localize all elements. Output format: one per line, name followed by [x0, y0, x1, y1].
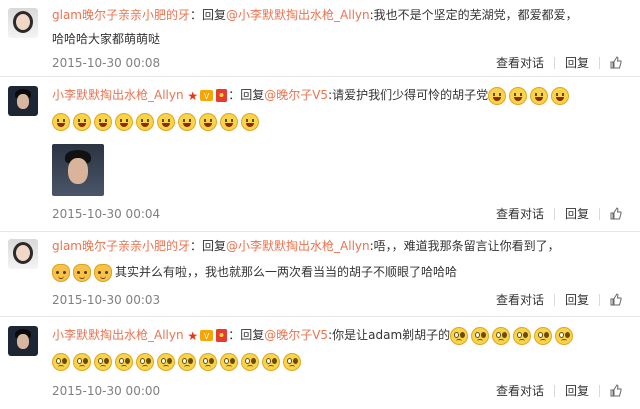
grin-emoji-icon: [115, 112, 133, 131]
comment-actions: 查看对话 回复: [496, 291, 622, 308]
reply-link[interactable]: 回复: [565, 205, 589, 222]
author-link[interactable]: glam晚尔子亲亲小肥的牙: [52, 8, 190, 22]
cat-emoji-icon: [94, 263, 112, 282]
reply-link[interactable]: 回复: [565, 382, 589, 399]
reply-word: 回复: [202, 8, 227, 22]
frown-emoji-icon: [262, 352, 280, 371]
reply-link[interactable]: 回复: [565, 291, 589, 308]
frown-emoji-icon: [136, 352, 154, 371]
red-star-icon: ★: [187, 328, 199, 343]
like-icon[interactable]: [610, 384, 622, 397]
grin-emoji-icon: [488, 86, 507, 105]
author-link[interactable]: 小李默默掏出水枪_Allyn: [52, 328, 184, 342]
frown-emoji-icon: [220, 352, 238, 371]
author-link[interactable]: 小李默默掏出水枪_Allyn: [52, 88, 184, 102]
comment-body: 哈哈哈大家都萌萌哒: [52, 32, 161, 46]
attached-photo[interactable]: [52, 144, 104, 196]
frown-emoji-icon: [94, 352, 112, 371]
comment-body: :唔，，难道我那条留言让你看到了，: [369, 239, 560, 253]
emoji-line: [52, 350, 304, 372]
svg-text:V: V: [204, 332, 210, 341]
avatar[interactable]: [8, 239, 38, 269]
separator: [0, 76, 640, 77]
avatar[interactable]: [8, 86, 38, 116]
grin-emoji-icon: [241, 112, 259, 131]
comment-text: glam晚尔子亲亲小肥的牙：回复@小李默默掏出水枪_Allyn:唔，，难道我那条…: [52, 239, 560, 253]
red-envelope-icon[interactable]: [215, 89, 228, 102]
frown-emoji-icon: [157, 352, 175, 371]
emoji-line: [52, 110, 262, 132]
frown-emoji-icon: [73, 352, 91, 371]
frown-emoji-icon: [513, 326, 532, 345]
separator: [0, 316, 640, 317]
cat-emoji-icon: [73, 263, 91, 282]
comment-body: :你是让adam剃胡子的: [328, 328, 451, 342]
frown-emoji-icon: [115, 352, 133, 371]
author-link[interactable]: glam晚尔子亲亲小肥的牙: [52, 239, 190, 253]
view-conversation-link[interactable]: 查看对话: [496, 54, 544, 71]
avatar[interactable]: [8, 326, 38, 356]
vip-badge-icon[interactable]: V: [200, 329, 214, 342]
like-icon[interactable]: [610, 293, 622, 306]
frown-emoji-icon: [471, 326, 490, 345]
comment-body: :请爱护我们少得可怜的胡子党: [328, 88, 489, 102]
separator: [0, 231, 640, 232]
like-icon[interactable]: [610, 207, 622, 220]
grin-emoji-icon: [551, 86, 570, 105]
mention-link[interactable]: @晚尔子V5: [264, 328, 328, 342]
comment-text: glam晚尔子亲亲小肥的牙：回复@小李默默掏出水枪_Allyn:我也不是个坚定的…: [52, 8, 578, 22]
vip-badge-icon[interactable]: V: [200, 89, 214, 102]
frown-emoji-icon: [52, 352, 70, 371]
avatar[interactable]: [8, 8, 38, 38]
grin-emoji-icon: [157, 112, 175, 131]
grin-emoji-icon: [509, 86, 528, 105]
cat-emoji-icon: [52, 263, 70, 282]
frown-emoji-icon: [534, 326, 553, 345]
frown-emoji-icon: [199, 352, 217, 371]
frown-emoji-icon: [241, 352, 259, 371]
comment-text-line2: 其实并么有啦，，我也就那么一两次看当当的胡子不顺眼了哈哈哈: [52, 261, 457, 283]
reply-word: 回复: [240, 328, 265, 342]
timestamp: 2015-10-30 00:04: [52, 207, 161, 221]
comment-actions: 查看对话 回复: [496, 54, 622, 71]
grin-emoji-icon: [94, 112, 112, 131]
like-icon[interactable]: [610, 56, 622, 69]
grin-emoji-icon: [136, 112, 154, 131]
mention-link[interactable]: @晚尔子V5: [264, 88, 328, 102]
frown-emoji-icon: [283, 352, 301, 371]
frown-emoji-icon: [450, 326, 469, 345]
comment-body: 其实并么有啦，，我也就那么一两次看当当的胡子不顺眼了哈哈哈: [115, 265, 458, 279]
grin-emoji-icon: [178, 112, 196, 131]
grin-emoji-icon: [220, 112, 238, 131]
frown-emoji-icon: [492, 326, 511, 345]
grin-emoji-icon: [52, 112, 70, 131]
reply-word: 回复: [202, 239, 227, 253]
timestamp: 2015-10-30 00:08: [52, 56, 161, 70]
red-star-icon: ★: [187, 88, 199, 103]
mention-link[interactable]: @小李默默掏出水枪_Allyn: [226, 8, 370, 22]
comment-text: 小李默默掏出水枪_Allyn ★ V ：回复@晚尔子V5:请爱护我们少得可怜的胡子党: [52, 84, 572, 107]
frown-emoji-icon: [555, 326, 574, 345]
svg-text:V: V: [204, 92, 210, 101]
comment-text-line2: 哈哈哈大家都萌萌哒: [52, 28, 160, 50]
grin-emoji-icon: [73, 112, 91, 131]
view-conversation-link[interactable]: 查看对话: [496, 205, 544, 222]
mention-link[interactable]: @小李默默掏出水枪_Allyn: [226, 239, 370, 253]
comment-actions: 查看对话 回复: [496, 205, 622, 222]
comment-text: 小李默默掏出水枪_Allyn ★ V ：回复@晚尔子V5:你是让adam剃胡子的: [52, 324, 576, 347]
frown-emoji-icon: [178, 352, 196, 371]
view-conversation-link[interactable]: 查看对话: [496, 291, 544, 308]
timestamp: 2015-10-30 00:03: [52, 293, 161, 307]
comment-actions: 查看对话 回复: [496, 382, 622, 399]
grin-emoji-icon: [530, 86, 549, 105]
grin-emoji-icon: [199, 112, 217, 131]
comment-body: :我也不是个坚定的芜湖党，都爱都爱，: [369, 8, 578, 22]
reply-link[interactable]: 回复: [565, 54, 589, 71]
timestamp: 2015-10-30 00:00: [52, 384, 161, 398]
reply-word: 回复: [240, 88, 265, 102]
red-envelope-icon[interactable]: [215, 329, 228, 342]
view-conversation-link[interactable]: 查看对话: [496, 382, 544, 399]
